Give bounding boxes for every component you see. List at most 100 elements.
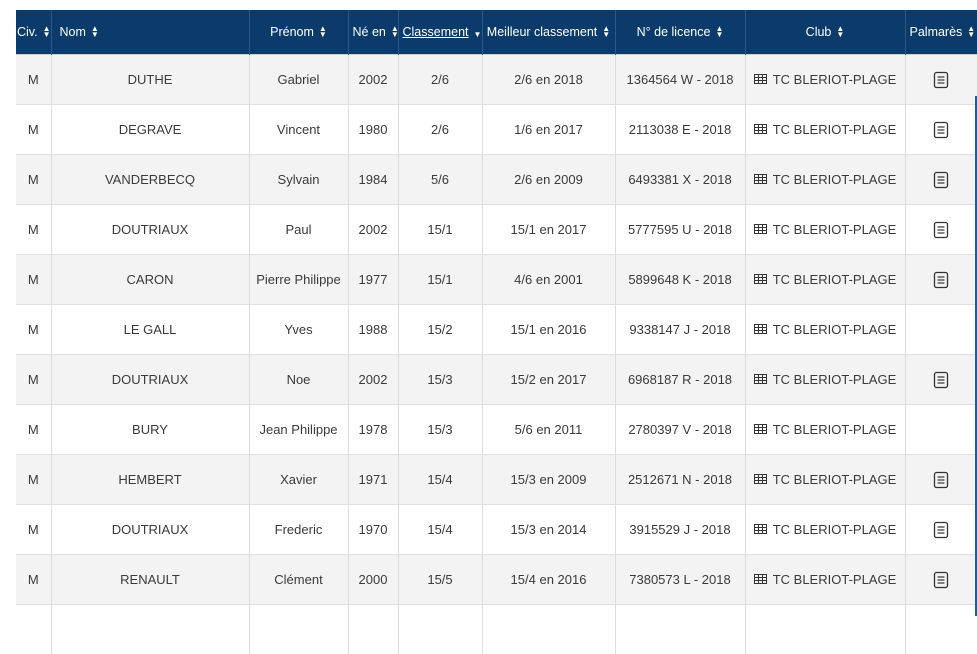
document-list-icon <box>933 121 949 139</box>
table-grid-icon <box>754 274 767 284</box>
document-list-icon <box>933 521 949 539</box>
cell-classement: 2/6 <box>398 55 482 105</box>
cell-prenom: Sylvain <box>249 155 348 205</box>
table-grid-icon <box>754 374 767 384</box>
table-row: MDOUTRIAUXNoe200215/315/2 en 20176968187… <box>16 355 977 405</box>
table-body: MDUTHEGabriel20022/62/6 en 20181364564 W… <box>16 55 977 654</box>
column-header-palmares[interactable]: Palmarès▲▼ <box>905 10 977 55</box>
table-grid-icon <box>754 574 767 584</box>
cell-civ: M <box>16 205 51 255</box>
club-link[interactable]: TC BLERIOT-PLAGE <box>754 272 897 287</box>
cell-ne-en: 1971 <box>348 455 398 505</box>
cell-ne-en: 2002 <box>348 205 398 255</box>
sort-updown-icon: ▲▼ <box>836 26 844 38</box>
palmares-button[interactable] <box>933 171 949 186</box>
club-link[interactable]: TC BLERIOT-PLAGE <box>754 172 897 187</box>
cell-nom: LE GALL <box>51 305 249 355</box>
palmares-button[interactable] <box>933 71 949 86</box>
club-name: TC BLERIOT-PLAGE <box>773 272 897 287</box>
cell-licence: 1364564 W - 2018 <box>615 55 745 105</box>
palmares-button[interactable] <box>933 371 949 386</box>
cell-licence: 7380573 L - 2018 <box>615 555 745 605</box>
column-header-licence[interactable]: N° de licence▲▼ <box>615 10 745 55</box>
club-link[interactable]: TC BLERIOT-PLAGE <box>754 422 897 437</box>
cell-meilleur-classement: 5/6 en 2011 <box>482 405 615 455</box>
cell-classement: 15/3 <box>398 355 482 405</box>
cell-classement: 15/5 <box>398 555 482 605</box>
cell-prenom: Frederic <box>249 505 348 555</box>
cell-prenom: Jean Philippe <box>249 405 348 455</box>
cell-prenom: Xavier <box>249 455 348 505</box>
cell-civ: M <box>16 455 51 505</box>
table-row: MVANDERBECQSylvain19845/62/6 en 20096493… <box>16 155 977 205</box>
club-link[interactable]: TC BLERIOT-PLAGE <box>754 222 897 237</box>
cell-classement: 15/1 <box>398 255 482 305</box>
cell-palmares <box>905 455 977 505</box>
cell-classement: 15/1 <box>398 205 482 255</box>
club-name: TC BLERIOT-PLAGE <box>773 122 897 137</box>
document-list-icon <box>933 371 949 389</box>
palmares-button[interactable] <box>933 121 949 136</box>
club-link[interactable]: TC BLERIOT-PLAGE <box>754 522 897 537</box>
club-link[interactable]: TC BLERIOT-PLAGE <box>754 122 897 137</box>
table-grid-icon <box>754 174 767 184</box>
sort-updown-icon: ▲▼ <box>967 26 975 38</box>
cell-ne-en: 2002 <box>348 355 398 405</box>
cell-prenom: Vincent <box>249 105 348 155</box>
palmares-button[interactable] <box>933 521 949 536</box>
cell-palmares <box>905 205 977 255</box>
column-header-civ[interactable]: Civ.▲▼ <box>16 10 51 55</box>
rankings-table-container: Civ.▲▼ Nom▲▼ Prénom▲▼ Né en▲▼ Classement… <box>16 10 977 654</box>
cell-nom: DOUTRIAUX <box>51 355 249 405</box>
cell-licence: 2780397 V - 2018 <box>615 405 745 455</box>
cell-meilleur-classement: 15/3 en 2009 <box>482 455 615 505</box>
table-row: MDOUTRIAUXFrederic197015/415/3 en 201439… <box>16 505 977 555</box>
sort-down-icon: ▲▼ <box>474 26 482 38</box>
sort-updown-icon: ▲▼ <box>391 26 399 38</box>
club-link[interactable]: TC BLERIOT-PLAGE <box>754 472 897 487</box>
palmares-button[interactable] <box>933 221 949 236</box>
column-header-nom[interactable]: Nom▲▼ <box>51 10 249 55</box>
cell-prenom: Yves <box>249 305 348 355</box>
club-name: TC BLERIOT-PLAGE <box>773 472 897 487</box>
cell-nom: DOUTRIAUX <box>51 505 249 555</box>
table-grid-icon <box>754 524 767 534</box>
cell-club: TC BLERIOT-PLAGE <box>745 205 905 255</box>
club-name: TC BLERIOT-PLAGE <box>773 322 897 337</box>
column-header-classement[interactable]: Classement▲▼ <box>398 10 482 55</box>
cell-licence: 6968187 R - 2018 <box>615 355 745 405</box>
cell-club: TC BLERIOT-PLAGE <box>745 105 905 155</box>
table-row: MLE GALLYves198815/215/1 en 20169338147 … <box>16 305 977 355</box>
cell-meilleur-classement: 15/4 en 2016 <box>482 555 615 605</box>
document-list-icon <box>933 221 949 239</box>
table-grid-icon <box>754 324 767 334</box>
club-link[interactable]: TC BLERIOT-PLAGE <box>754 72 897 87</box>
palmares-button[interactable] <box>933 271 949 286</box>
table-row-partial <box>16 605 977 654</box>
cell-civ: M <box>16 305 51 355</box>
club-link[interactable]: TC BLERIOT-PLAGE <box>754 372 897 387</box>
column-header-meilleur-classement[interactable]: Meilleur classement▲▼ <box>482 10 615 55</box>
cell-prenom: Clément <box>249 555 348 605</box>
column-header-prenom[interactable]: Prénom▲▼ <box>249 10 348 55</box>
cell-palmares <box>905 505 977 555</box>
sort-updown-icon: ▲▼ <box>91 26 99 38</box>
cell-civ: M <box>16 155 51 205</box>
club-link[interactable]: TC BLERIOT-PLAGE <box>754 322 897 337</box>
cell-civ: M <box>16 555 51 605</box>
cell-palmares <box>905 255 977 305</box>
club-link[interactable]: TC BLERIOT-PLAGE <box>754 572 897 587</box>
table-grid-icon <box>754 424 767 434</box>
cell-palmares <box>905 555 977 605</box>
palmares-button[interactable] <box>933 471 949 486</box>
cell-club: TC BLERIOT-PLAGE <box>745 555 905 605</box>
club-name: TC BLERIOT-PLAGE <box>773 522 897 537</box>
sort-updown-icon: ▲▼ <box>715 26 723 38</box>
column-header-ne-en[interactable]: Né en▲▼ <box>348 10 398 55</box>
palmares-button[interactable] <box>933 571 949 586</box>
cell-ne-en: 1977 <box>348 255 398 305</box>
column-header-club[interactable]: Club▲▼ <box>745 10 905 55</box>
club-name: TC BLERIOT-PLAGE <box>773 172 897 187</box>
cell-meilleur-classement: 1/6 en 2017 <box>482 105 615 155</box>
cell-ne-en: 1980 <box>348 105 398 155</box>
